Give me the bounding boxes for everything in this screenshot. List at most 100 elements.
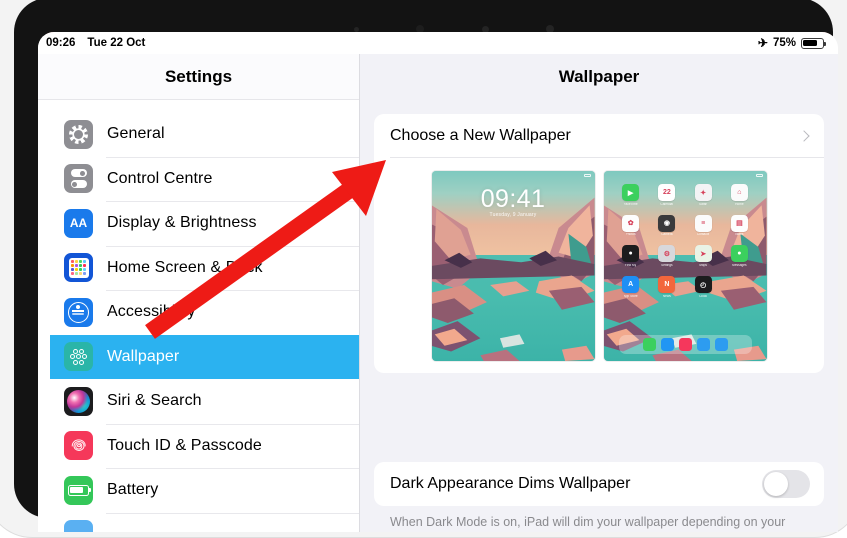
preview-battery-icon [755,173,763,178]
dark-appearance-footnote: When Dark Mode is on, iPad will dim your… [390,515,786,532]
home-screen-app-label: Notes [735,233,744,237]
home-screen-app-label: Safari [698,202,708,206]
settings-sidebar: Settings General Control Centre AA Displ… [38,54,360,532]
lock-screen-preview[interactable]: 09:41 Tuesday, 9 January [431,171,595,361]
sidebar-item-wallpaper[interactable]: Wallpaper [50,334,359,379]
home-screen-app: ✦ Safari [685,184,721,206]
contacts-icon: ≡ [694,214,712,232]
home-screen-app: ⚙ Settings [649,245,685,267]
home-screen-app: ● Messages [721,245,757,267]
home-screen-app: 22 Calendar [649,184,685,206]
settings-icon: ⚙ [658,245,676,263]
home-screen-app-label: FaceTime [623,202,638,206]
dark-appearance-row[interactable]: Dark Appearance Dims Wallpaper [374,462,824,506]
preview-carrier [436,174,437,178]
home-screen-app: ● Find My [613,245,649,267]
sidebar-item-partial[interactable] [50,512,359,532]
status-date: Tue 22 Oct [87,37,146,49]
safari-dock-icon [660,338,674,351]
accessibility-icon [64,297,93,327]
choose-new-wallpaper-row[interactable]: Choose a New Wallpaper [374,114,824,158]
sidebar-item-display-brightness[interactable]: AA Display & Brightness [50,201,359,246]
photos-icon: ✿ [622,214,640,232]
home-screen-app-label: Clock [699,294,708,298]
sidebar-item-accessibility[interactable]: Accessibility [50,290,359,335]
files-dock-icon [714,338,728,351]
home-screen-app-label: Messages [732,263,747,267]
home-screen-preview[interactable]: ▶ FaceTime 22 Calendar ✦ Safari ⌂ Home ✿ Photos ◉ C… [603,171,767,361]
home-screen-app: ◉ Camera [649,214,685,237]
home-screen-app-label: App Store [623,294,638,298]
sidebar-item-label: Accessibility [107,303,196,321]
wallpaper-flower-icon [64,342,93,372]
safari-icon: ✦ [694,184,712,201]
home-screen-app: ⌂ Home [721,184,757,206]
calendar-icon: 22 [658,184,676,201]
sidebar-item-label: Siri & Search [107,392,202,410]
dark-appearance-label: Dark Appearance Dims Wallpaper [390,475,631,492]
home-screen-app-grid: ▶ FaceTime 22 Calendar ✦ Safari ⌂ Home ✿ Photos ◉ C… [613,184,758,298]
battery-icon [801,37,826,49]
sidebar-item-label: Display & Brightness [107,214,257,232]
home-screen-app-label: Settings [661,263,673,267]
home-screen-app: ✿ Photos [613,214,649,237]
home-screen-app-label: Contacts [696,233,710,237]
clock-icon: ◴ [694,276,712,294]
mail-dock-icon [696,338,710,351]
fingerprint-icon [64,431,93,461]
dark-appearance-toggle[interactable] [762,470,810,498]
home-screen-app-label: Camera [661,233,673,237]
sliders-icon [64,164,93,194]
sidebar-item-general[interactable]: General [50,112,359,157]
app-store-icon: A [622,276,640,294]
camera-icon: ◉ [658,214,676,232]
home-screen-app: ◴ Clock [685,276,721,298]
wallpaper-previews: 09:41 Tuesday, 9 January ▶ FaceTime 22 Cale… [374,158,824,373]
sensor-dot [354,26,359,32]
status-bar-left: 09:26 Tue 22 Oct [46,37,145,49]
choose-new-wallpaper-label: Choose a New Wallpaper [390,127,571,144]
notes-icon: ▤ [730,214,748,232]
sidebar-item-touch-id-passcode[interactable]: Touch ID & Passcode [50,423,359,469]
airplane-icon: ✈ [757,36,768,50]
settings-list[interactable]: General Control Centre AA Display & Brig… [50,112,359,532]
text-size-icon: AA [64,208,93,238]
messages-icon: ● [730,245,748,263]
chevron-right-icon [798,130,810,142]
sidebar-item-control-centre[interactable]: Control Centre [50,156,359,202]
news-icon: N [658,276,676,294]
messages-dock-icon [642,338,656,351]
music-dock-icon [678,338,692,351]
sidebar-item-label: Control Centre [107,169,213,187]
page-title: Wallpaper [360,54,838,100]
preview-battery-icon [583,173,591,178]
sidebar-item-home-screen-dock[interactable]: Home Screen & Dock [50,245,359,291]
home-screen-app: A App Store [613,276,649,298]
home-screen-app-label: Find My [624,263,637,267]
find-my-icon: ● [622,245,640,263]
preview-status-bar [432,171,595,180]
sidebar-item-label: Wallpaper [107,347,180,365]
sidebar-item-label: Home Screen & Dock [107,258,263,276]
home-screen-app: ▤ Notes [721,214,757,237]
app-grid-icon [64,253,93,283]
lock-screen-date: Tuesday, 9 January [489,212,537,218]
home-screen-dock [618,335,752,354]
sidebar-title: Settings [38,54,359,100]
gear-icon [64,119,93,149]
preview-status-bar [604,171,767,180]
sidebar-item-label: Touch ID & Passcode [107,436,262,454]
status-time: 09:26 [46,37,76,49]
sidebar-item-label: Battery [107,481,159,499]
home-screen-app-label: Maps [699,263,708,267]
home-screen-app: ➤ Maps [685,245,721,267]
wallpaper-detail-pane: Wallpaper Choose a New Wallpaper 09:41 T… [360,54,838,532]
sidebar-item-battery[interactable]: Battery [50,468,359,513]
home-app-icon: ⌂ [730,184,748,201]
lock-screen-time: 09:41 [480,185,546,213]
battery-percent-label: 75% [772,37,796,49]
home-screen-app-label: Calendar [660,202,674,206]
wallpaper-card: Choose a New Wallpaper 09:41 Tuesday, 9 … [374,114,824,373]
maps-icon: ➤ [694,245,712,263]
sidebar-item-siri-search[interactable]: Siri & Search [50,379,359,424]
